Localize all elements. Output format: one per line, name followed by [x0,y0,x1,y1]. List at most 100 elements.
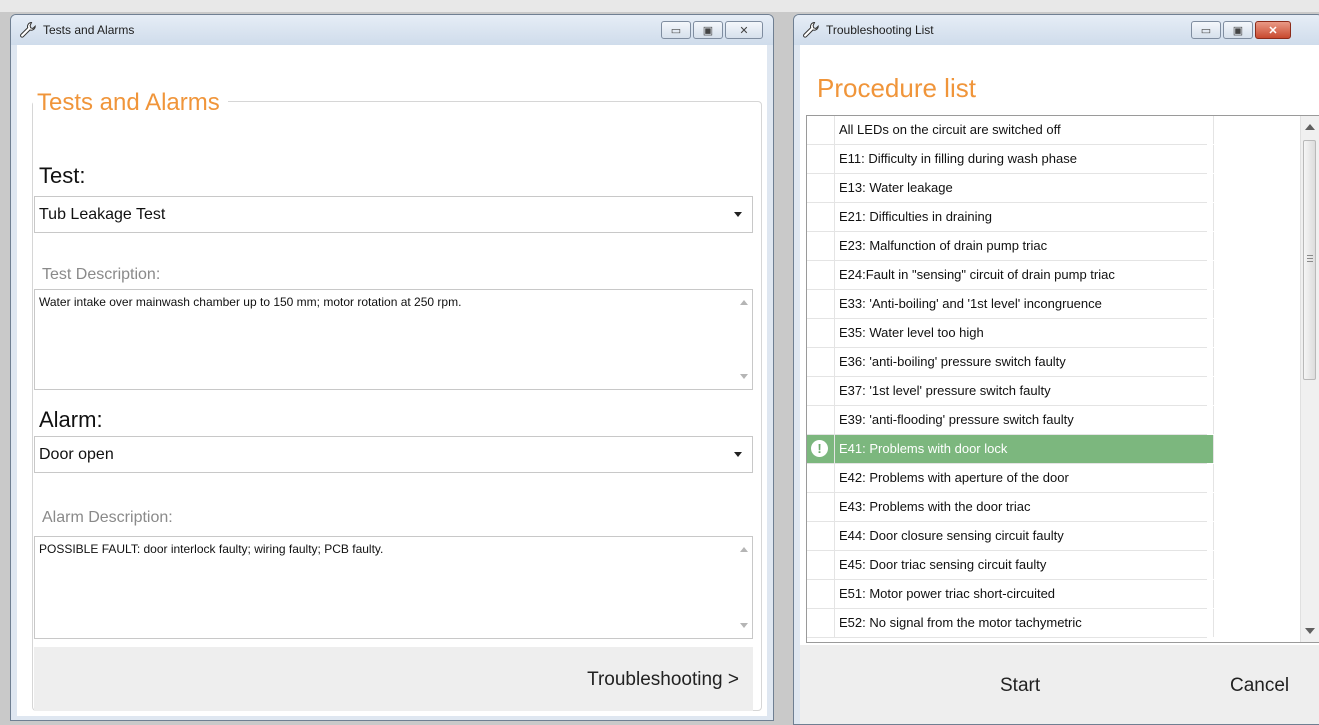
row-icon-cell[interactable]: ! [807,435,835,463]
list-item[interactable]: E39: 'anti-flooding' pressure switch fau… [807,406,1214,435]
window-title: Troubleshooting List [826,23,934,37]
cancel-button[interactable]: Cancel [1230,675,1289,697]
chevron-down-icon[interactable] [734,211,742,217]
desktop-background [0,0,1319,12]
window-content: Tests and Alarms Test: Tub Leakage Test … [17,45,767,716]
scroll-down-icon[interactable] [740,374,748,379]
alarm-select-value: Door open [39,445,114,463]
row-icon-cell[interactable] [807,406,835,434]
scroll-down-icon[interactable] [1305,628,1315,634]
alarm-description-field[interactable]: POSSIBLE FAULT: door interlock faulty; w… [34,536,753,639]
list-item[interactable]: E43: Problems with the door triac [807,493,1214,522]
list-item[interactable]: ! E41: Problems with door lock [807,435,1214,464]
list-item[interactable]: All LEDs on the circuit are switched off [807,116,1214,145]
wrench-icon [803,21,819,38]
test-select[interactable]: Tub Leakage Test [34,196,753,233]
maximize-button[interactable]: ▣ [1223,21,1253,39]
row-icon-cell[interactable] [807,261,835,289]
list-item-label: E33: 'Anti-boiling' and '1st level' inco… [835,290,1214,318]
list-item-label: E36: 'anti-boiling' pressure switch faul… [835,348,1214,376]
row-icon-cell[interactable] [807,145,835,173]
list-item-label: E35: Water level too high [835,319,1214,347]
maximize-button[interactable]: ▣ [693,21,723,39]
alarm-description-text: POSSIBLE FAULT: door interlock faulty; w… [39,542,384,556]
test-description-label: Test Description: [42,266,161,283]
test-description-field[interactable]: Water intake over mainwash chamber up to… [34,289,753,390]
minimize-button[interactable]: ▭ [1191,21,1221,39]
list-item-label: E21: Difficulties in draining [835,203,1214,231]
procedure-list-scrollbar[interactable] [1300,116,1319,642]
list-item[interactable]: E23: Malfunction of drain pump triac [807,232,1214,261]
list-item[interactable]: E45: Door triac sensing circuit faulty [807,551,1214,580]
procedure-list[interactable]: All LEDs on the circuit are switched off… [806,115,1319,643]
start-button[interactable]: Start [1000,675,1040,697]
list-item-label: E37: '1st level' pressure switch faulty [835,377,1214,405]
list-item-label: E44: Door closure sensing circuit faulty [835,522,1214,550]
list-item[interactable]: E11: Difficulty in filling during wash p… [807,145,1214,174]
grip-line [1307,255,1313,256]
maximize-icon: ▣ [702,24,714,37]
list-item[interactable]: E35: Water level too high [807,319,1214,348]
list-item-label: E24:Fault in "sensing" circuit of drain … [835,261,1214,289]
tests-and-alarms-window: Tests and Alarms ▭ ▣ ✕ Tests and Alarms … [10,14,774,721]
row-icon-cell[interactable] [807,551,835,579]
list-item-label: E45: Door triac sensing circuit faulty [835,551,1214,579]
row-icon-cell[interactable] [807,580,835,608]
row-icon-cell[interactable] [807,522,835,550]
test-label: Test: [39,163,86,188]
row-icon-cell[interactable] [807,232,835,260]
maximize-icon: ▣ [1232,24,1244,37]
row-icon-cell[interactable] [807,319,835,347]
row-icon-cell[interactable] [807,464,835,492]
grip-line [1307,258,1313,259]
list-item[interactable]: E21: Difficulties in draining [807,203,1214,232]
row-icon-cell[interactable] [807,493,835,521]
list-item-label: E43: Problems with the door triac [835,493,1214,521]
list-item-label: E11: Difficulty in filling during wash p… [835,145,1214,173]
test-description-scrollbar[interactable] [736,290,752,389]
window-content: Procedure list All LEDs on the circuit a… [800,45,1319,724]
row-icon-cell[interactable] [807,290,835,318]
scroll-up-icon[interactable] [1305,124,1315,130]
minimize-icon: ▭ [1200,24,1212,37]
test-description-text: Water intake over mainwash chamber up to… [39,295,462,309]
list-item[interactable]: E36: 'anti-boiling' pressure switch faul… [807,348,1214,377]
list-item[interactable]: E44: Door closure sensing circuit faulty [807,522,1214,551]
scrollbar-thumb[interactable] [1303,140,1316,380]
row-icon-cell[interactable] [807,348,835,376]
list-item-label: E42: Problems with aperture of the door [835,464,1214,492]
list-item[interactable]: E24:Fault in "sensing" circuit of drain … [807,261,1214,290]
close-button[interactable]: ✕ [725,21,763,39]
chevron-down-icon[interactable] [734,451,742,457]
row-icon-cell[interactable] [807,377,835,405]
grip-line [1307,261,1313,262]
window-controls: ▭ ▣ ✕ [1189,21,1291,39]
list-item-label: All LEDs on the circuit are switched off [835,116,1214,144]
scroll-up-icon[interactable] [740,300,748,305]
list-item[interactable]: E42: Problems with aperture of the door [807,464,1214,493]
row-icon-cell[interactable] [807,203,835,231]
row-icon-cell[interactable] [807,116,835,144]
list-item-label: E39: 'anti-flooding' pressure switch fau… [835,406,1214,434]
window-title: Tests and Alarms [43,23,135,37]
list-item[interactable]: E13: Water leakage [807,174,1214,203]
row-icon-cell[interactable] [807,174,835,202]
list-item[interactable]: E51: Motor power triac short-circuited [807,580,1214,609]
group-title: Tests and Alarms [33,89,228,117]
list-item[interactable]: E37: '1st level' pressure switch faulty [807,377,1214,406]
scroll-down-icon[interactable] [740,623,748,628]
action-bar: Troubleshooting > [34,647,753,711]
close-button[interactable]: ✕ [1255,21,1291,39]
row-icon-cell[interactable] [807,609,835,637]
troubleshooting-button[interactable]: Troubleshooting > [587,669,739,691]
window-controls: ▭ ▣ ✕ [659,21,763,39]
test-select-value: Tub Leakage Test [39,205,166,223]
list-item[interactable]: E33: 'Anti-boiling' and '1st level' inco… [807,290,1214,319]
list-item-label: E13: Water leakage [835,174,1214,202]
list-item[interactable]: E52: No signal from the motor tachymetri… [807,609,1214,638]
close-icon: ✕ [1268,24,1278,37]
scroll-up-icon[interactable] [740,547,748,552]
alarm-description-scrollbar[interactable] [736,537,752,638]
alarm-select[interactable]: Door open [34,436,753,473]
minimize-button[interactable]: ▭ [661,21,691,39]
